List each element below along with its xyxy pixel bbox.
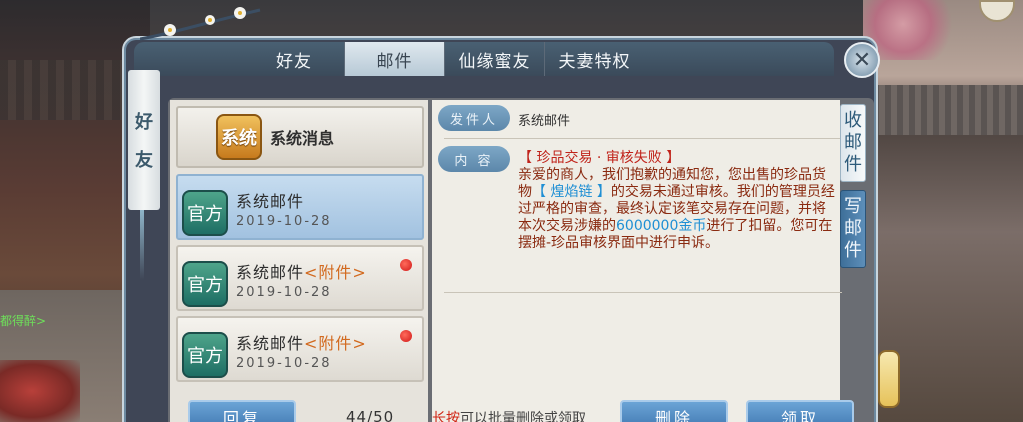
mail-date: 2019-10-28 bbox=[236, 356, 332, 371]
mail-title: 系统邮件<附件> bbox=[236, 334, 367, 353]
close-button[interactable]: ✕ bbox=[844, 42, 880, 78]
inbox-tab[interactable]: 收 邮 件 bbox=[840, 104, 866, 182]
mail-count: 44/50 bbox=[346, 408, 395, 422]
scroll-tassel bbox=[140, 210, 144, 280]
close-icon: ✕ bbox=[852, 47, 872, 73]
mail-title: 系统邮件<附件> bbox=[236, 263, 367, 282]
tab-mail[interactable]: 邮件 bbox=[344, 42, 444, 76]
friends-side-scroll[interactable]: 好 友 bbox=[128, 70, 160, 210]
background-roof-left bbox=[0, 60, 140, 120]
official-badge: 官方 bbox=[182, 332, 228, 378]
delete-button[interactable]: 删除 bbox=[620, 400, 728, 422]
flower-branch-icon bbox=[140, 7, 261, 41]
divider bbox=[444, 292, 842, 293]
write-mail-tab[interactable]: 写 邮 件 bbox=[840, 190, 866, 268]
official-badge: 官方 bbox=[182, 261, 228, 307]
mail-date: 2019-10-28 bbox=[236, 285, 332, 300]
mail-date: 2019-10-28 bbox=[236, 214, 332, 229]
system-badge: 系统 bbox=[216, 114, 262, 160]
sender-value: 系统邮件 bbox=[518, 114, 571, 129]
reply-button[interactable]: 回复 bbox=[188, 400, 296, 422]
side-scroll-char: 好 bbox=[135, 112, 153, 133]
player-name-tag: 都得醉> bbox=[0, 314, 47, 328]
lantern-icon bbox=[878, 350, 900, 408]
mail-list-item[interactable]: 官方 系统邮件<附件> 2019-10-28 bbox=[176, 316, 424, 382]
system-message-label: 系统消息 bbox=[270, 129, 335, 148]
attachment-tag: <附件> bbox=[304, 263, 367, 282]
mail-body-text: 【 珍品交易 · 审核失败 】 亲爱的商人，我们抱歉的通知您，您出售的珍品货物【… bbox=[518, 150, 835, 251]
side-scroll-char: 友 bbox=[135, 150, 153, 171]
divider bbox=[444, 138, 842, 139]
background-red-decoration bbox=[0, 360, 80, 422]
system-message-button[interactable]: 系统 系统消息 bbox=[176, 106, 424, 168]
background-roof-right bbox=[873, 85, 1023, 135]
tab-couple-privileges[interactable]: 夫妻特权 bbox=[544, 42, 644, 76]
sender-label: 发件人 bbox=[438, 105, 510, 131]
claim-button[interactable]: 领取 bbox=[746, 400, 854, 422]
mail-list-item[interactable]: 官方 系统邮件 2019-10-28 bbox=[176, 174, 424, 240]
unread-dot-icon bbox=[400, 259, 412, 271]
batch-hint: 长按可以批量删除或领取 bbox=[432, 411, 586, 422]
content-label: 内 容 bbox=[438, 146, 510, 172]
unread-dot-icon bbox=[400, 330, 412, 342]
mail-title: 系统邮件 bbox=[236, 192, 305, 211]
tab-fairy-friends[interactable]: 仙缘蜜友 bbox=[444, 42, 544, 76]
official-badge: 官方 bbox=[182, 190, 228, 236]
tab-friends[interactable]: 好友 bbox=[244, 42, 344, 76]
mail-list-item[interactable]: 官方 系统邮件<附件> 2019-10-28 bbox=[176, 245, 424, 311]
tab-bar: 好友 邮件 仙缘蜜友 夫妻特权 bbox=[134, 42, 834, 76]
attachment-tag: <附件> bbox=[304, 334, 367, 353]
